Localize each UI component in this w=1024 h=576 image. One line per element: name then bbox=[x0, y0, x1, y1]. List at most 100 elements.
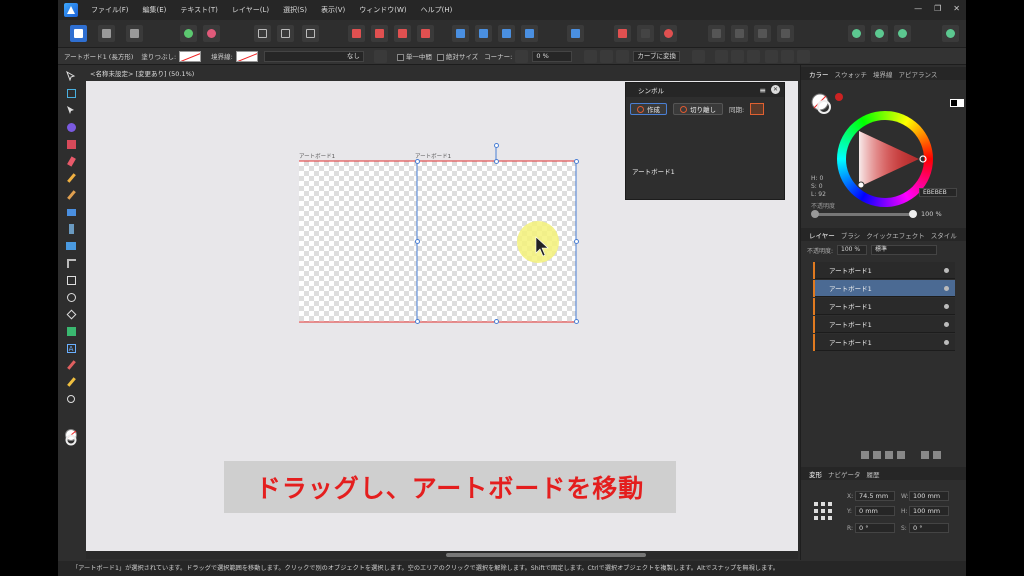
visibility-icon[interactable] bbox=[944, 286, 949, 291]
create-symbol-button[interactable]: 作成 bbox=[630, 103, 667, 115]
geometry-icon[interactable] bbox=[777, 25, 794, 42]
pixel-persona-button[interactable] bbox=[98, 25, 115, 42]
handle-middle-left[interactable] bbox=[415, 239, 420, 244]
assistant-icon[interactable] bbox=[848, 25, 865, 42]
handle-bottom-center[interactable] bbox=[494, 319, 499, 324]
fill-swatch[interactable] bbox=[179, 50, 202, 62]
stroke-swatch[interactable] bbox=[235, 50, 258, 62]
visibility-icon[interactable] bbox=[944, 340, 949, 345]
menu-edit[interactable]: 編集(E) bbox=[143, 5, 167, 15]
insert-inside-icon[interactable] bbox=[254, 25, 271, 42]
panel-menu-icon[interactable]: ≡ bbox=[759, 86, 766, 95]
ellipse-tool-icon[interactable] bbox=[65, 291, 77, 303]
handle-top-center[interactable] bbox=[494, 159, 499, 164]
visibility-icon[interactable] bbox=[944, 322, 949, 327]
place-image-icon[interactable] bbox=[65, 240, 77, 252]
align-top-icon[interactable] bbox=[765, 49, 778, 63]
layer-row-selected[interactable]: アートボード1 bbox=[813, 279, 955, 297]
corner-value-field[interactable]: 0 % bbox=[532, 50, 573, 62]
tab-transform[interactable]: 変形 bbox=[809, 469, 822, 479]
vector-brush-icon[interactable] bbox=[65, 189, 77, 201]
flip-horizontal-icon[interactable] bbox=[452, 25, 469, 42]
handle-top-right[interactable] bbox=[574, 159, 579, 164]
align-bottom-icon[interactable] bbox=[797, 49, 810, 63]
rotate-icon[interactable] bbox=[616, 49, 630, 63]
handle-bottom-right[interactable] bbox=[574, 319, 579, 324]
visibility-icon[interactable] bbox=[944, 268, 949, 273]
boolean-intersect-icon[interactable] bbox=[660, 25, 677, 42]
node-tool-icon[interactable] bbox=[65, 104, 77, 116]
menu-help[interactable]: ヘルプ(H) bbox=[421, 5, 453, 15]
adjustment-icon[interactable] bbox=[873, 451, 881, 459]
arrange-forward-icon[interactable] bbox=[394, 25, 411, 42]
tab-quick-effects[interactable]: クイックエフェクト bbox=[866, 230, 925, 240]
rotation-field[interactable]: 0 ° bbox=[855, 523, 895, 533]
zoom-tool-icon[interactable] bbox=[65, 393, 77, 405]
hex-field[interactable]: EBEBEB bbox=[919, 188, 957, 197]
move-icon[interactable] bbox=[600, 49, 614, 63]
rotate-right-icon[interactable] bbox=[521, 25, 538, 42]
handle-top-left[interactable] bbox=[415, 159, 420, 164]
snap-settings-icon[interactable] bbox=[692, 49, 705, 63]
handle-middle-right[interactable] bbox=[574, 239, 579, 244]
single-mid-option[interactable]: 単一中間 bbox=[396, 51, 432, 61]
menu-file[interactable]: ファイル(F) bbox=[91, 5, 129, 15]
transparency-tool-icon[interactable] bbox=[65, 223, 77, 235]
layer-row[interactable]: アートボード1 bbox=[813, 297, 955, 315]
ruler-icon[interactable] bbox=[65, 376, 77, 388]
stroke-settings-gear-icon[interactable] bbox=[373, 49, 387, 63]
arrange-front-icon[interactable] bbox=[417, 25, 434, 42]
artboard-tool-icon[interactable] bbox=[65, 87, 77, 99]
close-icon[interactable]: ✕ bbox=[953, 4, 960, 13]
crop-tool-icon[interactable] bbox=[65, 257, 77, 269]
snap-icon[interactable] bbox=[302, 25, 319, 42]
layer-row[interactable]: アートボード1 bbox=[813, 315, 955, 333]
point-transform-icon[interactable] bbox=[65, 121, 77, 133]
shear-field[interactable]: 0 ° bbox=[909, 523, 949, 533]
handle-bottom-left[interactable] bbox=[415, 319, 420, 324]
detach-symbol-button[interactable]: 切り離し bbox=[673, 103, 723, 115]
minimize-icon[interactable]: — bbox=[914, 4, 922, 13]
height-field[interactable]: 100 mm bbox=[909, 506, 949, 516]
account-icon[interactable] bbox=[942, 25, 959, 42]
align-right-icon[interactable] bbox=[747, 49, 760, 63]
tab-appearance[interactable]: アピアランス bbox=[899, 69, 938, 79]
symbol-item[interactable]: アートボード1 bbox=[632, 166, 675, 176]
settings-gear-icon[interactable] bbox=[180, 25, 197, 42]
width-field[interactable]: 100 mm bbox=[909, 491, 949, 501]
gear-icon[interactable] bbox=[203, 25, 220, 42]
tab-styles[interactable]: スタイル bbox=[931, 230, 957, 240]
restore-icon[interactable]: ❐ bbox=[934, 4, 941, 13]
eyedropper-color-icon[interactable] bbox=[835, 93, 843, 101]
x-field[interactable]: 74.5 mm bbox=[855, 491, 895, 501]
shape-fill-icon[interactable] bbox=[65, 325, 77, 337]
flip-vertical-icon[interactable] bbox=[475, 25, 492, 42]
opacity-value[interactable]: 100 % bbox=[921, 210, 942, 218]
move-tool-icon[interactable] bbox=[65, 70, 77, 82]
fill-stroke-selector-icon[interactable] bbox=[64, 429, 78, 447]
blend-mode-select[interactable]: 標準 bbox=[871, 245, 937, 255]
menu-text[interactable]: テキスト(T) bbox=[180, 5, 218, 15]
mask-icon[interactable] bbox=[861, 451, 869, 459]
boolean-combine-icon[interactable] bbox=[754, 25, 771, 42]
pen-tool-icon[interactable] bbox=[65, 155, 77, 167]
preferences-icon[interactable] bbox=[894, 25, 911, 42]
designer-persona-button[interactable] bbox=[70, 25, 87, 42]
tab-stroke[interactable]: 境界線 bbox=[873, 69, 893, 79]
horizontal-scrollbar[interactable] bbox=[86, 551, 798, 559]
layer-row[interactable]: アートボード1 bbox=[813, 261, 955, 279]
fx-icon[interactable] bbox=[885, 451, 893, 459]
white-swatch-icon[interactable] bbox=[957, 99, 964, 107]
tab-brushes[interactable]: ブラシ bbox=[841, 230, 860, 240]
stroke-style-select[interactable]: なし bbox=[263, 50, 364, 62]
corner-type-select[interactable] bbox=[515, 49, 529, 63]
export-persona-button[interactable] bbox=[126, 25, 143, 42]
transform-origin-icon[interactable] bbox=[584, 49, 598, 63]
boolean-xor-icon[interactable] bbox=[708, 25, 725, 42]
add-layer-icon[interactable] bbox=[921, 451, 929, 459]
close-panel-icon[interactable]: ✕ bbox=[771, 85, 780, 94]
anchor-point-selector[interactable] bbox=[813, 501, 833, 521]
boolean-subtract-icon[interactable] bbox=[637, 25, 654, 42]
fill-stroke-icon[interactable] bbox=[811, 93, 833, 115]
tab-swatches[interactable]: スウォッチ bbox=[835, 69, 868, 79]
